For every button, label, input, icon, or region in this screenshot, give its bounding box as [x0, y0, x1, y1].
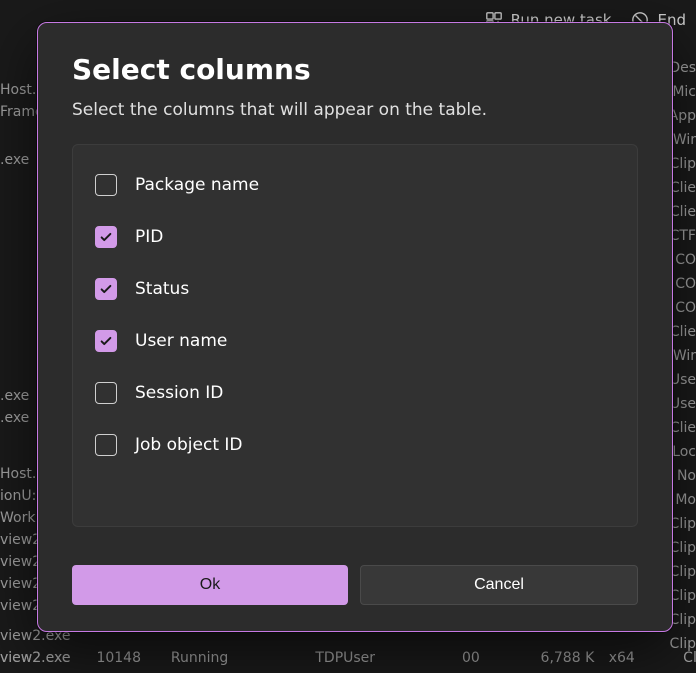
select-columns-dialog: Select columns Select the columns that w…: [37, 22, 673, 632]
bg-fragment: view2: [0, 532, 41, 548]
column-option[interactable]: User name: [73, 315, 637, 367]
checkbox[interactable]: [95, 226, 117, 248]
checkbox[interactable]: [95, 174, 117, 196]
cell-status: Running: [171, 650, 311, 666]
bg-fragment: CTF: [670, 228, 696, 244]
bg-fragment: CO: [675, 276, 696, 292]
bg-fragment: Clie: [670, 420, 696, 436]
bg-fragment: Mic: [672, 84, 696, 100]
column-option-label: User name: [135, 331, 227, 351]
bg-fragment: CO: [675, 300, 696, 316]
checkbox[interactable]: [95, 278, 117, 300]
dialog-actions: Ok Cancel: [72, 565, 638, 605]
bg-fragment: Work: [0, 510, 35, 526]
bg-fragment: Des: [669, 60, 696, 76]
cell-name: view2.exe: [0, 650, 92, 666]
cell-arch: x64: [599, 650, 649, 666]
dialog-description: Select the columns that will appear on t…: [72, 100, 638, 120]
column-option[interactable]: Session ID: [73, 367, 637, 419]
bg-fragment: .exe: [0, 388, 29, 404]
cell-session: 00: [440, 650, 480, 666]
column-option-label: Job object ID: [135, 435, 243, 455]
bg-fragment: ionU:: [0, 488, 36, 504]
bg-fragment: Clip: [670, 516, 696, 532]
bg-fragment: .exe: [0, 152, 29, 168]
cell-memory: 6,788 K: [484, 650, 594, 666]
column-option-label: Status: [135, 279, 189, 299]
cancel-button[interactable]: Cancel: [360, 565, 638, 605]
bg-fragment: Clip: [670, 156, 696, 172]
cell-pid: 10148: [96, 650, 166, 666]
bg-fragment: Use: [670, 396, 696, 412]
ok-button[interactable]: Ok: [72, 565, 348, 605]
bg-fragment: Clip: [670, 612, 696, 628]
bg-fragment: Clie: [670, 180, 696, 196]
bg-fragment: Use: [670, 372, 696, 388]
column-option-label: Package name: [135, 175, 259, 195]
dialog-title: Select columns: [72, 53, 638, 86]
bg-fragment: Clip: [670, 564, 696, 580]
column-options-list: Package name PID Status User name Session ID…: [72, 144, 638, 527]
bg-fragment: CO: [675, 252, 696, 268]
bg-fragment: Wir: [673, 348, 696, 364]
column-option-label: PID: [135, 227, 163, 247]
column-option[interactable]: Job object ID: [73, 419, 637, 471]
bg-fragment: view2: [0, 576, 41, 592]
cell-desc: Clip: [653, 650, 696, 666]
bg-fragment: view2: [0, 554, 41, 570]
column-option[interactable]: PID: [73, 211, 637, 263]
bg-fragment: view2: [0, 598, 41, 614]
table-row[interactable]: view2.exe 10148 Running TDPUser 00 6,788…: [0, 650, 696, 666]
bg-fragment: Clip: [670, 540, 696, 556]
bg-fragment: Loc: [672, 444, 696, 460]
column-option[interactable]: Status: [73, 263, 637, 315]
column-option[interactable]: Package name: [73, 159, 637, 211]
bg-fragment: .exe: [0, 410, 29, 426]
checkbox[interactable]: [95, 434, 117, 456]
bg-fragment: No: [677, 468, 696, 484]
bg-fragment: Clip: [670, 588, 696, 604]
checkbox[interactable]: [95, 382, 117, 404]
bg-fragment: Wir: [673, 132, 696, 148]
bg-fragment: Clie: [670, 204, 696, 220]
bg-fragment: Mo: [675, 492, 696, 508]
checkbox[interactable]: [95, 330, 117, 352]
cell-user: TDPUser: [315, 650, 435, 666]
bg-fragment: Clie: [670, 324, 696, 340]
column-option-label: Session ID: [135, 383, 223, 403]
